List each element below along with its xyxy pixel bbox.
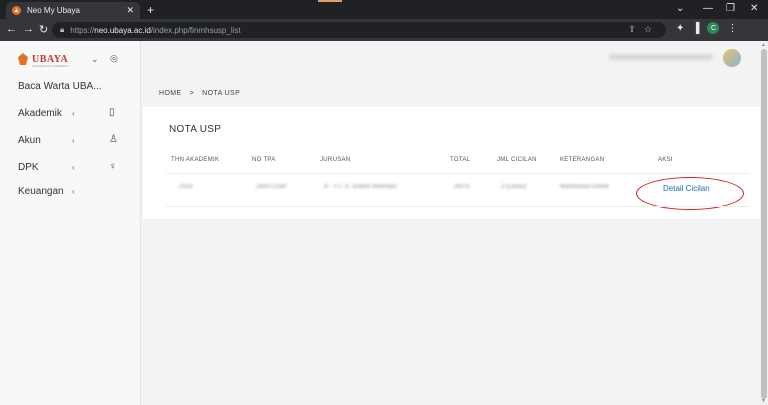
ubaya-emblem-icon: [18, 53, 28, 65]
settings-icon[interactable]: ◎: [110, 53, 118, 64]
close-tab-icon[interactable]: ✕: [126, 5, 134, 16]
extension-icons: ✦ ▐ C ⋮: [676, 22, 737, 34]
browser-tab-bar: ▲ Neo My Ubaya ✕ + ⌄ — ❐ ✕: [0, 0, 768, 19]
column-header: AKSI: [658, 157, 673, 163]
minimize-icon[interactable]: —: [703, 3, 713, 14]
page-title: NOTA USP: [169, 124, 222, 135]
award-icon: ♀: [109, 161, 117, 172]
chevron-left-icon: ‹: [72, 163, 75, 172]
chevron-down-icon[interactable]: ⌄: [91, 54, 99, 65]
chevron-left-icon: ‹: [72, 187, 75, 196]
nota-usp-card: NOTA USP THN AKADEMIK NO TPA JURUSAN TOT…: [143, 107, 760, 219]
scroll-up-icon[interactable]: ▲: [761, 42, 766, 48]
scrollbar[interactable]: ▲ ▼: [760, 41, 768, 405]
column-header: JURUSAN: [320, 157, 351, 163]
address-bar-row: ← → ↻ 🔒︎ https://neo.ubaya.ac.id/index.p…: [0, 19, 768, 41]
sidebar-item-keuangan[interactable]: Keuangan: [18, 186, 64, 197]
user-avatar[interactable]: [723, 49, 741, 67]
back-icon[interactable]: ←: [6, 23, 17, 35]
book-icon: ▯: [109, 107, 115, 118]
sidebar-item-akademik[interactable]: Akademik: [18, 108, 62, 119]
chevron-left-icon: ‹: [72, 136, 75, 145]
url-text: https://neo.ubaya.ac.id/index.php/finmhs…: [70, 25, 241, 35]
column-header: JML CICILAN: [497, 157, 537, 163]
reload-icon[interactable]: ↻: [39, 23, 48, 36]
column-header: KETERANGAN: [560, 157, 605, 163]
breadcrumb: HOME > NOTA USP: [159, 90, 240, 97]
chevron-left-icon: ‹: [72, 109, 75, 118]
logo-text: UBAYA: [32, 53, 69, 65]
table-cell: 2018: [179, 184, 193, 190]
share-and-bookmark-icons[interactable]: ⇪☆: [628, 24, 660, 35]
scroll-down-icon[interactable]: ▼: [761, 398, 766, 404]
sidebar-item-dpk[interactable]: DPK: [18, 162, 39, 173]
logo-subtext: UNIVERSITAS SURABAYA: [32, 64, 69, 68]
restore-icon[interactable]: ❐: [726, 3, 735, 14]
sidebar: UBAYA UNIVERSITAS SURABAYA ⌄ ◎ Baca Wart…: [0, 41, 141, 405]
table-cell: 180072184: [256, 184, 287, 190]
table-cell: IF - FT. S. Sistem Informasi: [324, 184, 397, 190]
url-input[interactable]: 🔒︎ https://neo.ubaya.ac.id/index.php/fin…: [52, 22, 666, 38]
sidebar-item-warta[interactable]: Baca Warta UBA...: [18, 81, 102, 92]
column-header: NO TPA: [252, 157, 276, 163]
forward-icon[interactable]: →: [23, 23, 34, 35]
browser-tab[interactable]: ▲ Neo My Ubaya ✕: [6, 2, 140, 19]
lock-icon: 🔒︎: [60, 25, 65, 34]
window-close-icon[interactable]: ✕: [750, 3, 758, 14]
profile-avatar[interactable]: C: [707, 22, 720, 34]
tab-title: Neo My Ubaya: [27, 6, 80, 15]
breadcrumb-home[interactable]: HOME: [159, 90, 182, 97]
scrollbar-thumb[interactable]: [761, 49, 767, 399]
divider: [166, 206, 750, 207]
new-tab-icon[interactable]: +: [147, 3, 154, 17]
extensions-puzzle-icon[interactable]: ✦: [676, 23, 684, 34]
table-cell: 300 K: [454, 184, 470, 190]
divider: [166, 173, 750, 174]
tab-search-icon[interactable]: ⌄: [676, 3, 684, 14]
tab-indicator: [318, 0, 342, 2]
tab-favicon-icon: ▲: [12, 6, 21, 15]
breadcrumb-separator: >: [189, 90, 195, 97]
table-cell: 3 (Lunas): [501, 184, 527, 190]
breadcrumb-current: NOTA USP: [202, 90, 241, 97]
menu-kebab-icon[interactable]: ⋮: [727, 23, 737, 34]
user-name-blurred: [609, 54, 713, 60]
column-header: TOTAL: [450, 157, 471, 163]
sidepanel-icon[interactable]: ▐: [692, 23, 699, 34]
page-header: [141, 41, 760, 85]
ubaya-logo[interactable]: UBAYA UNIVERSITAS SURABAYA: [18, 53, 69, 68]
column-header: THN AKADEMIK: [171, 157, 220, 163]
sidebar-item-akun[interactable]: Akun: [18, 135, 41, 146]
user-icon: ♙: [109, 134, 118, 145]
table-cell: Mahasiswa Online: [560, 184, 610, 190]
